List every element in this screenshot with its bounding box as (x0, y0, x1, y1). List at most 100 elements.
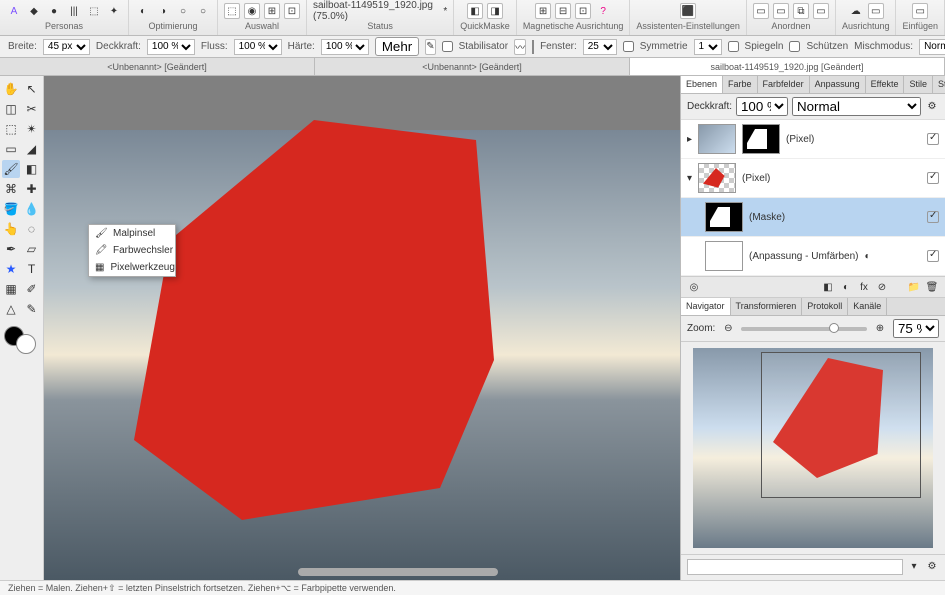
canvas-area[interactable]: 🖌Malpinsel 🖍Farbwechsler ▦Pixelwerkzeug (44, 76, 680, 580)
stab-mode-icon[interactable]: 〰 (514, 39, 526, 55)
gear-icon[interactable]: ⚙ (925, 559, 939, 573)
opt-icon[interactable]: ◐ (135, 3, 151, 19)
tab-stock[interactable]: Stock (933, 76, 945, 93)
flood-tool-icon[interactable]: ◢ (23, 140, 41, 158)
spiegeln-check[interactable] (728, 41, 739, 52)
dropdown-icon[interactable]: ▾ (907, 559, 921, 573)
view-tool-icon[interactable]: ◫ (2, 100, 20, 118)
ast-icon[interactable]: ⬛ (680, 3, 696, 19)
sel-icon[interactable]: ⊞ (264, 3, 280, 19)
clone-tool-icon[interactable]: ⌘ (2, 180, 20, 198)
text-tool-icon[interactable]: T (23, 260, 41, 278)
layer-thumb[interactable] (705, 202, 743, 232)
zoom-out-icon[interactable]: ⊖ (721, 322, 735, 336)
expand-icon[interactable]: ▾ (687, 173, 692, 184)
zoom-slider[interactable] (741, 327, 867, 331)
visibility-check[interactable] (927, 211, 939, 223)
bucket-tool-icon[interactable]: 🪣 (2, 200, 20, 218)
doc-tab[interactable]: <Unbenannt> [Geändert] (0, 58, 315, 75)
layer-thumb[interactable] (698, 163, 736, 193)
tab-transformieren[interactable]: Transformieren (731, 298, 803, 315)
visibility-check[interactable] (927, 250, 939, 262)
stabilisator-check[interactable] (442, 41, 453, 52)
shape-tool-icon[interactable]: ▱ (23, 240, 41, 258)
color-picker-tool-icon[interactable]: ✎ (23, 300, 41, 318)
move-tool-icon[interactable]: ↖ (23, 80, 41, 98)
opt-icon[interactable]: ◑ (155, 3, 171, 19)
nav-view-rect[interactable] (761, 352, 921, 498)
insert-icon[interactable]: ▭ (912, 3, 928, 19)
marquee-tool-icon[interactable]: ▭ (2, 140, 20, 158)
zoom-in-icon[interactable]: ⊕ (873, 322, 887, 336)
arr-icon[interactable]: ⧉ (793, 3, 809, 19)
mehr-button[interactable]: Mehr (375, 37, 419, 56)
wand-tool-icon[interactable]: ✴ (23, 120, 41, 138)
tab-ebenen[interactable]: Ebenen (681, 76, 723, 93)
background-color[interactable] (16, 334, 36, 354)
picker-tool-icon[interactable]: ✐ (23, 280, 41, 298)
layer-mask-thumb[interactable] (742, 124, 780, 154)
h-scrollbar[interactable] (298, 568, 498, 576)
smudge-tool-icon[interactable]: 👆 (2, 220, 20, 238)
qm-icon[interactable]: ◨ (487, 3, 503, 19)
schuetzen-check[interactable] (789, 41, 800, 52)
mischmodus-select[interactable]: Normal (919, 39, 945, 55)
pressure-icon[interactable]: ✎ (425, 39, 435, 55)
fluss-select[interactable]: 100 % (234, 39, 282, 55)
arr-icon[interactable]: ▭ (813, 3, 829, 19)
flyout-pixelwerkzeug[interactable]: ▦Pixelwerkzeug (89, 259, 175, 276)
persona-icon[interactable]: ◆ (26, 3, 42, 19)
persona-icon[interactable]: ⬚ (86, 3, 102, 19)
sel-icon[interactable]: ⊡ (284, 3, 300, 19)
sel-icon[interactable]: ◉ (244, 3, 260, 19)
layer-row[interactable]: (Maske) (681, 198, 945, 237)
align-icon[interactable]: ☁ (848, 3, 864, 19)
persona-icon[interactable]: ✦ (106, 3, 122, 19)
crop-tool-icon[interactable]: ✂ (23, 100, 41, 118)
tab-farbe[interactable]: Farbe (723, 76, 758, 93)
flyout-farbwechsler[interactable]: 🖍Farbwechsler (89, 242, 175, 259)
tab-kanaele[interactable]: Kanäle (848, 298, 887, 315)
snap-icon[interactable]: ⊞ (535, 3, 551, 19)
blur-tool-icon[interactable]: ◌ (23, 220, 41, 238)
tab-farbfelder[interactable]: Farbfelder (758, 76, 810, 93)
arr-icon[interactable]: ▭ (753, 3, 769, 19)
symmetrie-check[interactable] (623, 41, 634, 52)
stab-color[interactable] (532, 40, 534, 54)
layer-blend-select[interactable]: Normal (792, 97, 921, 116)
mesh-tool-icon[interactable]: ▦ (2, 280, 20, 298)
expand-icon[interactable]: ▸ (687, 134, 692, 145)
zoom-select[interactable]: 75 % (893, 319, 939, 338)
color-wells[interactable] (2, 326, 41, 352)
navigator-preview[interactable] (693, 348, 933, 548)
folder-icon[interactable]: 📁 (907, 280, 921, 294)
brush-tool-icon[interactable]: 🖌 (2, 160, 20, 178)
misc-tool-icon[interactable]: △ (2, 300, 20, 318)
tab-navigator[interactable]: Navigator (681, 298, 731, 315)
layer-row[interactable]: ▸ (Pixel) (681, 120, 945, 159)
opt-icon[interactable]: ○ (195, 3, 211, 19)
gear-icon[interactable]: ⚙ (925, 100, 939, 114)
layer-opacity-select[interactable]: 100 % (736, 97, 788, 116)
layer-row[interactable]: (Anpassung - Umfärben) ◐ (681, 237, 945, 276)
panel-search-input[interactable] (687, 559, 903, 575)
flyout-malpinsel[interactable]: 🖌Malpinsel (89, 225, 175, 242)
deckkraft-select[interactable]: 100 % (147, 39, 195, 55)
persona-icon[interactable]: ● (46, 3, 62, 19)
dropper-tool-icon[interactable]: 💧 (23, 200, 41, 218)
tab-effekte[interactable]: Effekte (866, 76, 905, 93)
erase-tool-icon[interactable]: ◧ (23, 160, 41, 178)
layer-thumb[interactable] (698, 124, 736, 154)
blend-icon[interactable]: ◎ (687, 280, 701, 294)
app-icon[interactable]: A (6, 3, 22, 19)
tab-anpassung[interactable]: Anpassung (810, 76, 866, 93)
doc-tab[interactable]: sailboat-1149519_1920.jpg [Geändert] (630, 58, 945, 75)
help-icon[interactable]: ? (595, 3, 611, 19)
mask-icon[interactable]: ◧ (821, 280, 835, 294)
visibility-check[interactable] (927, 133, 939, 145)
snap-icon[interactable]: ⊟ (555, 3, 571, 19)
snap-icon[interactable]: ⊡ (575, 3, 591, 19)
fenster-select[interactable]: 25 (583, 39, 617, 55)
layer-row[interactable]: ▾ (Pixel) (681, 159, 945, 198)
trash-icon[interactable]: 🗑 (925, 280, 939, 294)
